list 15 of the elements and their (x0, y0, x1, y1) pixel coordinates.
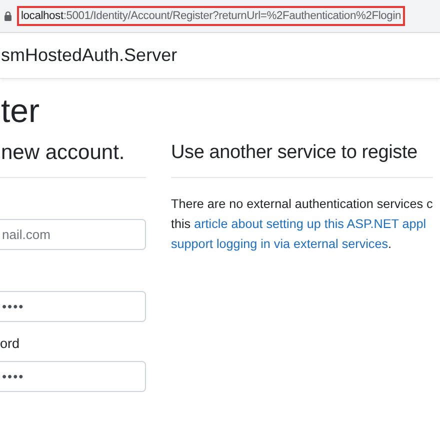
section-heading: Use another service to registe (171, 141, 418, 165)
url-field[interactable]: localhost:5001/Identity/Account/Register?returnUrl=%2Fauthentication%2Flogin (17, 6, 406, 26)
input-field[interactable]: •••• (0, 291, 146, 322)
paragraph-text: There are no external authentication services c (171, 197, 433, 211)
section-heading: new account. (1, 141, 126, 165)
input-field[interactable]: nail.com (0, 219, 146, 250)
page-title: ter (1, 91, 41, 131)
input-field[interactable]: •••• (0, 361, 146, 392)
article-link[interactable]: article about setting up this ASP.NET appl (194, 217, 426, 231)
lock-icon (4, 11, 12, 21)
field-label: ord (0, 335, 21, 353)
paragraph-text: . (388, 237, 392, 251)
brand-link[interactable]: smHostedAuth.Server (1, 45, 178, 66)
article-link[interactable]: support logging in via external services (171, 237, 388, 251)
paragraph-text: this (171, 217, 192, 231)
